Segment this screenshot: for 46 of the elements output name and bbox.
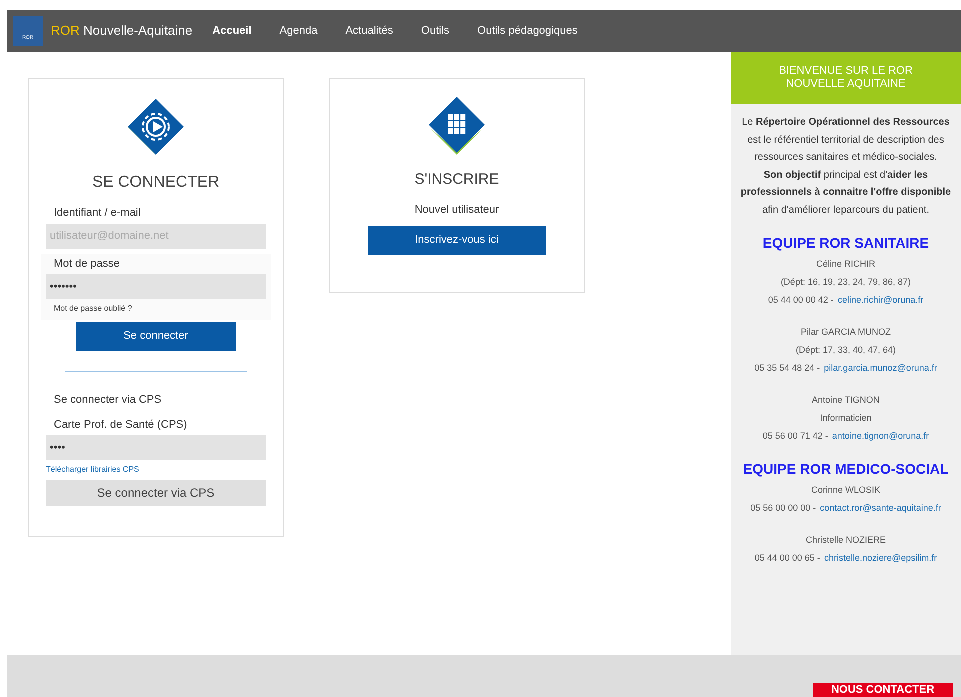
- nav-link[interactable]: Actualités: [346, 22, 394, 40]
- email-link[interactable]: contact.ror@sante-aquitaine.fr: [820, 499, 942, 517]
- password-field[interactable]: •••••••: [46, 274, 266, 299]
- email-link[interactable]: celine.richir@oruna.fr: [838, 291, 924, 309]
- contact-name: Céline RICHIR: [816, 258, 876, 271]
- field-label: Mot de passe: [53, 256, 122, 272]
- team-heading: EQUIPE ROR SANITAIRE: [762, 234, 930, 253]
- contact-name: Pilar GARCIA MUNOZ: [800, 326, 891, 339]
- contact-detail: Informaticien: [820, 412, 872, 425]
- card-subtitle: Nouvel utilisateur: [414, 202, 500, 218]
- email-link[interactable]: pilar.garcia.munoz@oruna.fr: [824, 359, 938, 377]
- contact-phone: 05 44 00 00 65 -: [754, 552, 820, 565]
- cps-pin-field[interactable]: ••••: [46, 435, 266, 460]
- intro-text: est le référentiel territorial de description des ressources sanitaires et médico-sociales.: [746, 134, 946, 165]
- nav-link[interactable]: Agenda: [280, 22, 318, 40]
- intro-text: Le Répertoire Opérationnel des Ressources: [741, 116, 951, 130]
- contact-phone: 05 35 54 48 24 -: [754, 362, 820, 375]
- contact-button[interactable]: NOUS CONTACTER: [813, 683, 953, 697]
- section-heading: Se connecter via CPS: [53, 393, 163, 408]
- sidebar-title: BIENVENUE SUR LE ROR NOUVELLE AQUITAINE: [778, 65, 914, 91]
- email-link[interactable]: christelle.noziere@epsilim.fr: [824, 549, 938, 567]
- intro-text: afin d'améliorer leparcours du patient.: [761, 204, 930, 218]
- contact-name: Corinne WLOSIK: [811, 484, 880, 497]
- login-button[interactable]: Se connecter: [76, 322, 236, 351]
- card-title: SE CONNECTER: [92, 173, 220, 193]
- contact-phone: 05 56 00 00 00 -: [750, 502, 816, 515]
- forgot-password-link[interactable]: Mot de passe oublié ?: [46, 303, 266, 315]
- cps-login-button[interactable]: Se connecter via CPS: [46, 480, 266, 506]
- contact-detail: (Dépt: 17, 33, 40, 47, 64): [796, 344, 896, 357]
- contact-detail: (Dépt: 16, 19, 23, 24, 79, 86, 87): [780, 276, 912, 289]
- field-label: Carte Prof. de Santé (CPS): [53, 418, 188, 432]
- download-link[interactable]: Télécharger librairies CPS: [46, 464, 266, 476]
- email-link[interactable]: antoine.tignon@oruna.fr: [832, 427, 930, 445]
- team-heading: EQUIPE ROR MEDICO-SOCIAL: [743, 460, 949, 479]
- card-title: S'INSCRIRE: [414, 170, 500, 190]
- contact-phone: 05 44 00 00 42 -: [768, 294, 834, 307]
- nav-link[interactable]: Outils pédagogiques: [478, 22, 578, 40]
- email-field[interactable]: utilisateur@domaine.net: [46, 224, 266, 248]
- nav-link[interactable]: Outils: [421, 22, 450, 40]
- contact-phone: 05 56 00 71 42 -: [762, 430, 828, 443]
- field-label: Identifiant / e-mail: [53, 206, 142, 221]
- brand-name: ROR Nouvelle-Aquitaine: [51, 22, 193, 40]
- register-button[interactable]: Inscrivez-vous ici: [368, 226, 546, 255]
- nav-link[interactable]: Accueil: [212, 22, 252, 40]
- contact-name: Christelle NOZIERE: [806, 534, 886, 547]
- contact-name: Antoine TIGNON: [812, 394, 880, 407]
